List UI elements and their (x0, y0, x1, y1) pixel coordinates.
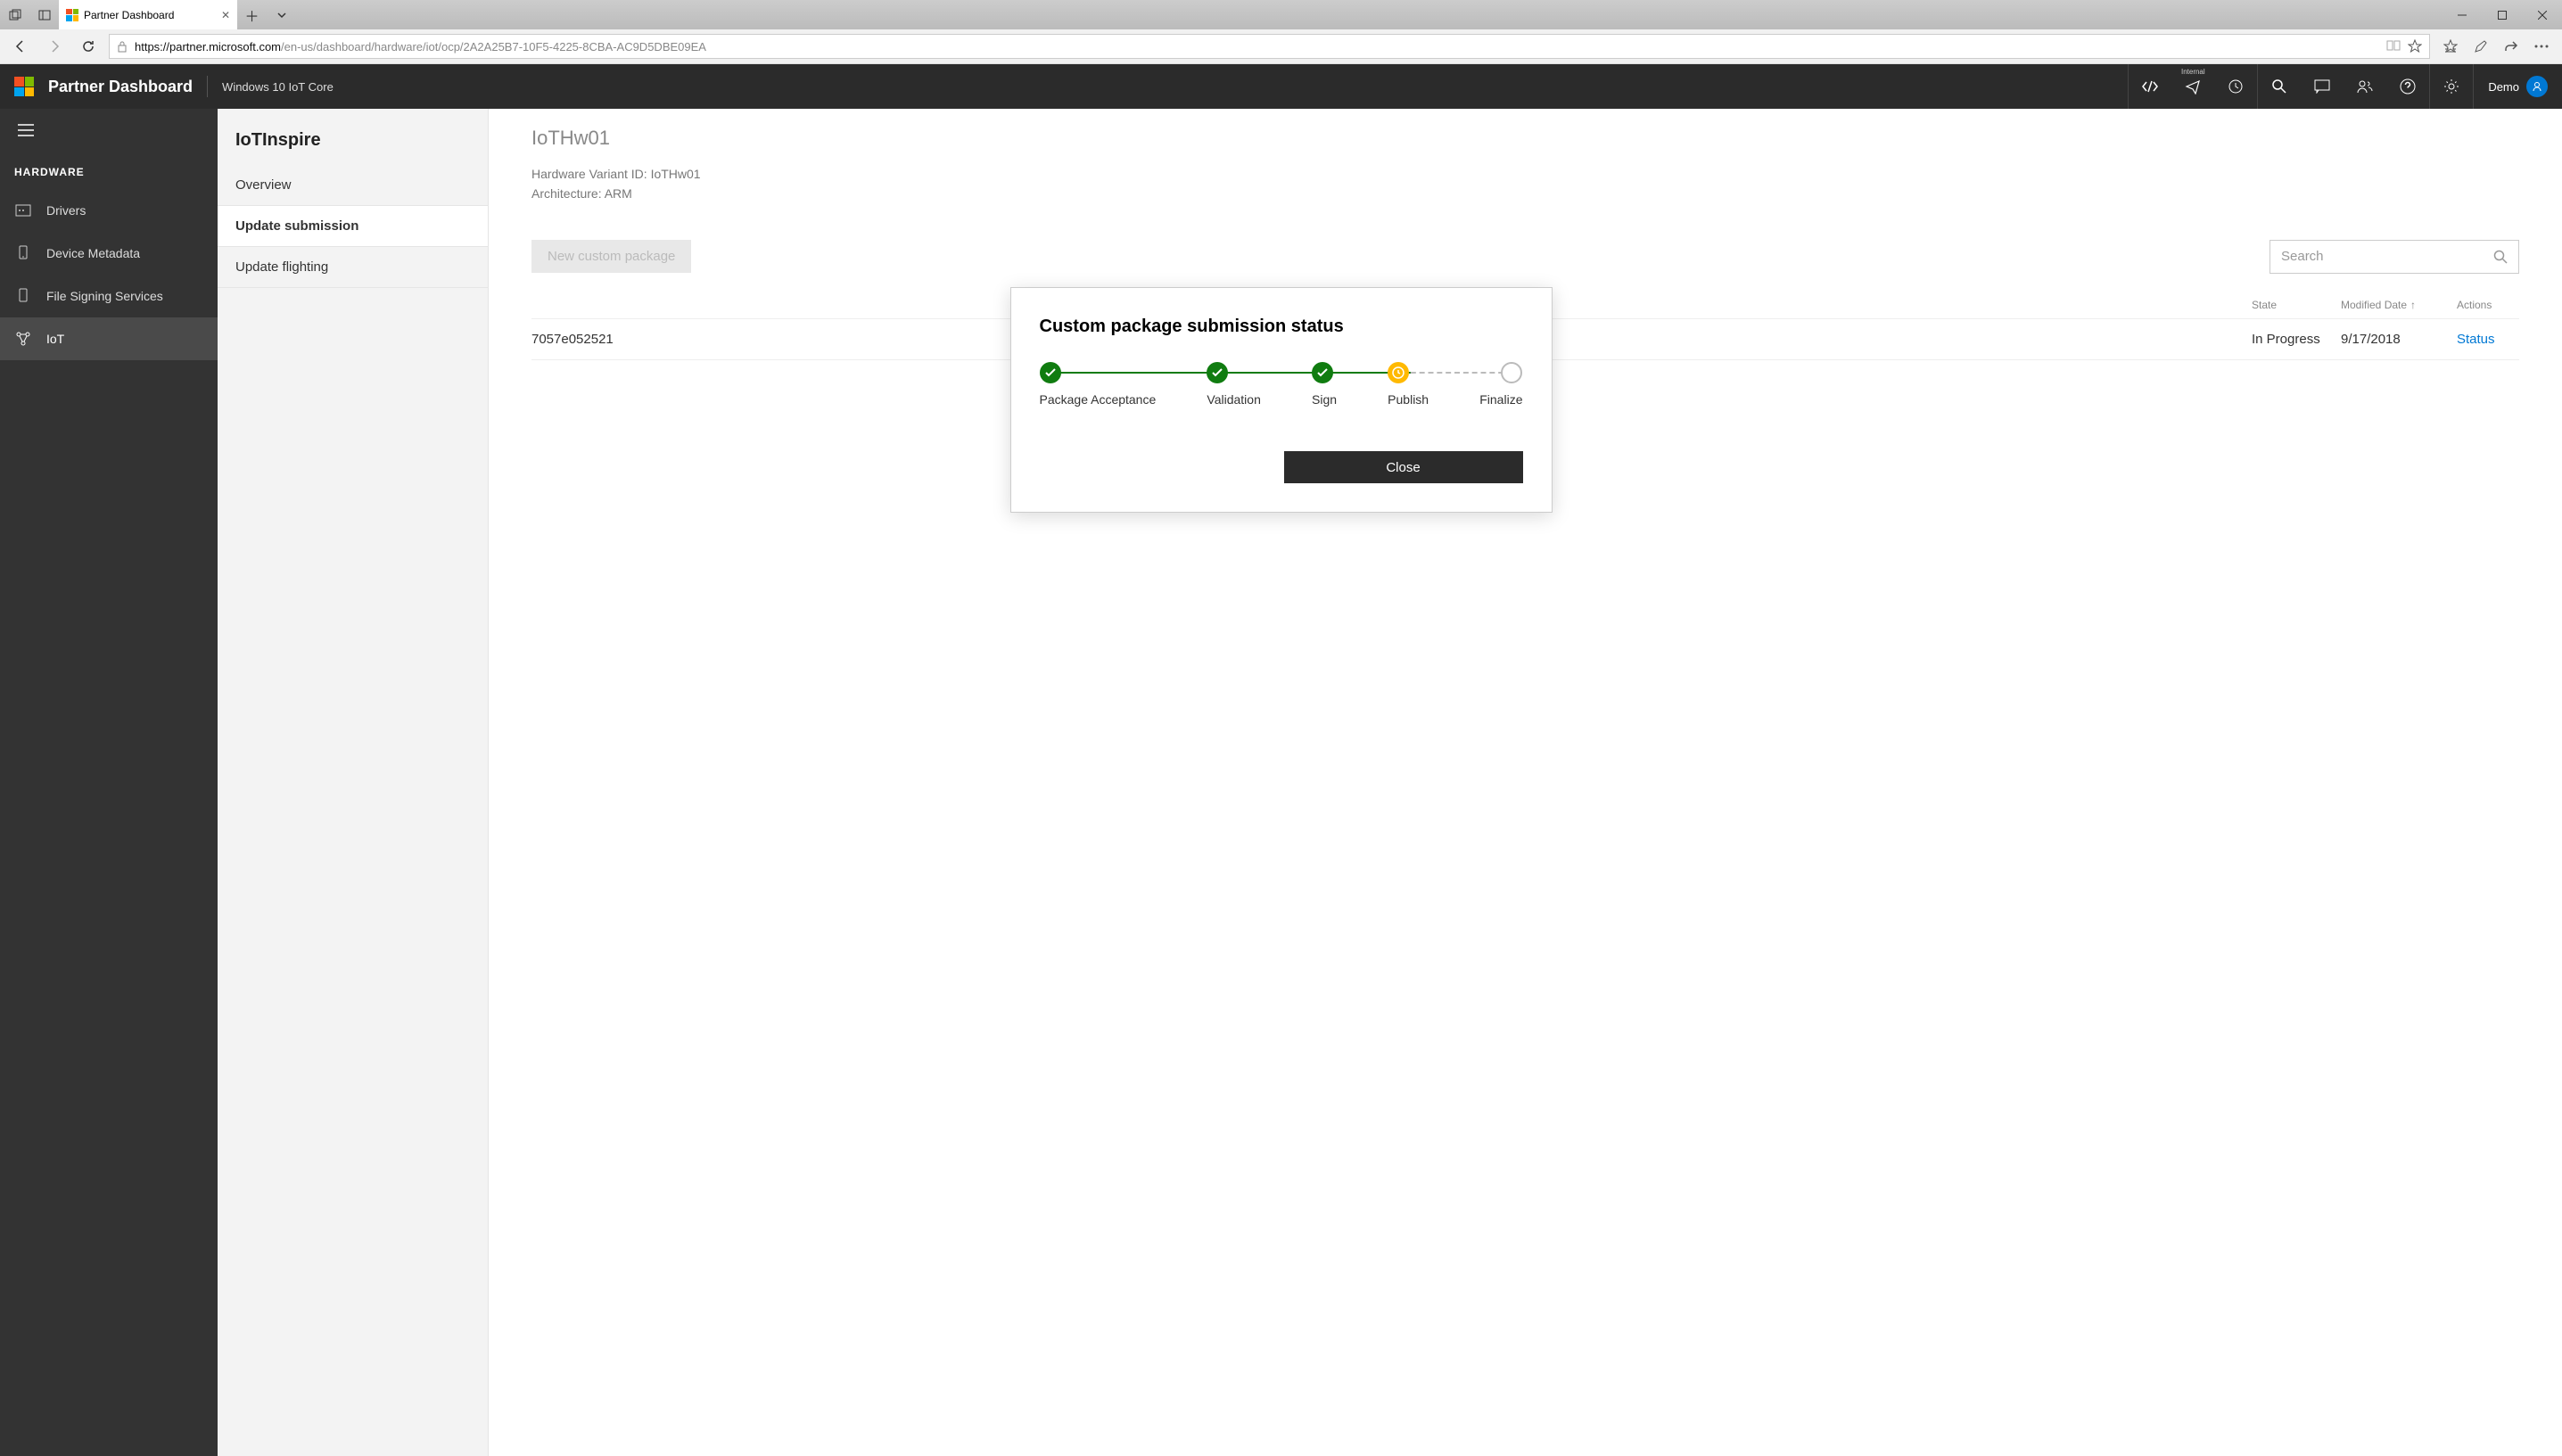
row-status-link[interactable]: Status (2457, 332, 2519, 347)
step-sign: Sign (1312, 362, 1337, 407)
architecture: Architecture: ARM (531, 184, 2519, 203)
people-icon[interactable] (2344, 64, 2386, 109)
secondary-panel: IoTInspire Overview Update submission Up… (218, 109, 489, 1456)
divider (207, 76, 208, 97)
panel-item-overview[interactable]: Overview (218, 165, 488, 206)
url-input[interactable]: https://partner.microsoft.com/en-us/dash… (109, 34, 2430, 59)
close-window-icon[interactable] (2522, 0, 2562, 29)
browser-tab-bar: Partner Dashboard ✕ ＋ (0, 0, 2562, 29)
app-title: Partner Dashboard (48, 78, 193, 96)
new-custom-package-button: New custom package (531, 240, 691, 273)
sidebar-item-label: IoT (46, 332, 64, 346)
drivers-icon (14, 204, 32, 217)
step-package-acceptance: Package Acceptance (1040, 362, 1157, 407)
iot-icon (14, 331, 32, 347)
empty-circle-icon (1501, 362, 1522, 383)
sidebar-item-label: Device Metadata (46, 246, 140, 260)
favorite-star-icon[interactable] (2408, 39, 2422, 53)
sidebar-item-drivers[interactable]: Drivers (0, 189, 218, 232)
tab-title: Partner Dashboard (84, 9, 174, 21)
gear-icon[interactable] (2430, 64, 2473, 109)
panel-title: IoTInspire (218, 109, 488, 165)
minimize-icon[interactable] (2442, 0, 2482, 29)
check-icon (1207, 362, 1228, 383)
sidebar-item-iot[interactable]: IoT (0, 317, 218, 360)
chat-icon[interactable] (2301, 64, 2344, 109)
browser-tab[interactable]: Partner Dashboard ✕ (59, 0, 237, 29)
address-bar: https://partner.microsoft.com/en-us/dash… (0, 29, 2562, 64)
sidebar-item-device-metadata[interactable]: Device Metadata (0, 232, 218, 275)
maximize-icon[interactable] (2482, 0, 2522, 29)
app-header: Partner Dashboard Windows 10 IoT Core In… (0, 64, 2562, 109)
sidebar-item-label: Drivers (46, 203, 86, 218)
search-icon (2493, 250, 2508, 264)
user-name: Demo (2488, 80, 2519, 94)
sidebar-heading: HARDWARE (0, 152, 218, 189)
favorites-hub-icon[interactable] (2437, 33, 2464, 60)
reading-view-icon[interactable] (2386, 39, 2401, 53)
refresh-icon[interactable] (75, 33, 102, 60)
hw-variant-id: Hardware Variant ID: IoTHw01 (531, 164, 2519, 184)
back-icon[interactable] (7, 33, 34, 60)
modal-title: Custom package submission status (1040, 317, 1523, 337)
row-state: In Progress (2252, 332, 2341, 347)
status-modal: Custom package submission status Package… (1010, 287, 1553, 513)
close-button[interactable]: Close (1284, 451, 1523, 483)
sidebar: HARDWARE Drivers Device Metadata File Si… (0, 109, 218, 1456)
step-validation: Validation (1207, 362, 1260, 407)
lock-icon (117, 40, 128, 53)
flight-icon[interactable]: Internal (2171, 64, 2214, 109)
row-date: 9/17/2018 (2341, 332, 2457, 347)
clock-icon[interactable] (2214, 64, 2257, 109)
help-icon[interactable] (2386, 64, 2429, 109)
sidebar-item-label: File Signing Services (46, 289, 163, 303)
share-icon[interactable] (2498, 33, 2525, 60)
col-modified-date[interactable]: Modified Date ↑ (2341, 299, 2457, 311)
device-metadata-icon (14, 245, 32, 261)
new-tab-icon[interactable]: ＋ (237, 0, 267, 29)
content-meta: Hardware Variant ID: IoTHw01 Architectur… (531, 164, 2519, 204)
tab-dropdown-icon[interactable] (267, 0, 296, 29)
tab-group-icon[interactable] (0, 0, 29, 29)
col-actions: Actions (2457, 299, 2519, 311)
ms-logo-icon (14, 77, 34, 96)
file-signing-icon (14, 288, 32, 304)
search-icon[interactable] (2258, 64, 2301, 109)
ink-icon[interactable] (2467, 33, 2494, 60)
more-icon[interactable] (2528, 33, 2555, 60)
check-icon (1312, 362, 1333, 383)
header-subtitle: Windows 10 IoT Core (222, 80, 334, 94)
close-tab-icon[interactable]: ✕ (221, 9, 230, 21)
tab-aside-icon[interactable] (29, 0, 59, 29)
check-icon (1040, 362, 1061, 383)
search-placeholder: Search (2281, 249, 2324, 264)
content-title: IoTHw01 (531, 127, 2519, 150)
forward-icon (41, 33, 68, 60)
panel-item-update-submission[interactable]: Update submission (218, 206, 488, 247)
avatar (2526, 76, 2548, 97)
sort-arrow-icon: ↑ (2410, 299, 2416, 311)
clock-icon (1388, 362, 1409, 383)
code-icon[interactable] (2129, 64, 2171, 109)
panel-item-update-flighting[interactable]: Update flighting (218, 247, 488, 288)
step-finalize: Finalize (1479, 362, 1522, 407)
sidebar-item-file-signing[interactable]: File Signing Services (0, 275, 218, 317)
hamburger-icon[interactable] (0, 109, 218, 152)
user-menu[interactable]: Demo (2473, 64, 2562, 109)
url-text: https://partner.microsoft.com/en-us/dash… (135, 40, 706, 53)
ms-logo-icon (66, 9, 78, 21)
col-state[interactable]: State (2252, 299, 2341, 311)
progress-track: Package Acceptance Validation Sign Publi… (1040, 362, 1523, 407)
step-publish: Publish (1388, 362, 1429, 407)
search-input[interactable]: Search (2270, 240, 2519, 274)
